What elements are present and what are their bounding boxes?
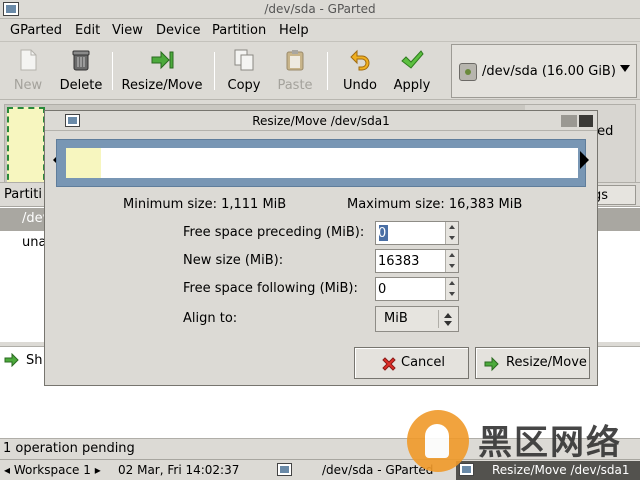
watermark-logo-icon [407, 410, 469, 472]
combo-separator [438, 310, 439, 328]
harddisk-icon [459, 63, 477, 81]
free-preceding-spinbutton[interactable] [375, 221, 459, 245]
align-to-label: Align to: [183, 311, 238, 326]
window-titlebar: /dev/sda - GParted [0, 0, 640, 19]
task-resize-move-label: Resize/Move /dev/sda1 [492, 463, 630, 477]
new-size-input[interactable] [378, 251, 442, 271]
delete-label: Delete [59, 78, 103, 93]
resize-move-icon [4, 353, 19, 367]
copy-button[interactable]: Copy [224, 46, 264, 98]
menu-help[interactable]: Help [279, 23, 309, 38]
new-label: New [13, 78, 43, 93]
toolbar-separator [214, 52, 215, 90]
chevron-up-icon [444, 313, 452, 318]
spin-down-icon[interactable] [449, 236, 455, 240]
spin-up-icon[interactable] [449, 281, 455, 285]
dialog-task-icon [459, 463, 474, 476]
new-size-label: New size (MiB): [183, 253, 284, 268]
window-title: /dev/sda - GParted [264, 2, 376, 16]
clock: 02 Mar, Fri 14:02:37 [118, 463, 240, 477]
paste-button[interactable]: Paste [274, 46, 316, 98]
spin-up-icon[interactable] [449, 253, 455, 257]
partition-resizer[interactable] [53, 137, 589, 191]
delete-button[interactable]: Delete [56, 46, 106, 98]
confirm-resize-move-button[interactable]: Resize/Move [475, 347, 590, 379]
dropdown-arrow-icon [620, 65, 630, 72]
undo-label: Undo [343, 78, 377, 93]
minimize-icon[interactable] [561, 115, 577, 127]
new-size-spinbutton[interactable] [375, 249, 459, 273]
device-selector-value: /dev/sda (16.00 GiB) [482, 64, 616, 79]
free-preceding-label: Free space preceding (MiB): [183, 225, 365, 240]
resize-move-icon [484, 356, 499, 372]
right-resize-handle-icon[interactable] [580, 151, 589, 169]
new-button[interactable]: New [6, 46, 50, 98]
menu-gparted[interactable]: GParted [10, 23, 62, 38]
workspace-switcher[interactable]: ◂ Workspace 1 ▸ [4, 463, 101, 477]
cancel-button[interactable]: Cancel [354, 347, 469, 379]
spin-arrows[interactable] [445, 278, 458, 300]
menu-device[interactable]: Device [156, 23, 200, 38]
align-to-value: MiB [384, 311, 408, 326]
free-preceding-input[interactable] [378, 223, 442, 243]
align-to-select[interactable]: MiB [375, 306, 459, 332]
undo-button[interactable]: Undo [338, 46, 382, 98]
dialog-title: Resize/Move /dev/sda1 [252, 114, 390, 128]
spin-up-icon[interactable] [449, 225, 455, 229]
confirm-resize-move-label: Resize/Move [506, 355, 587, 370]
menu-view[interactable]: View [112, 23, 143, 38]
partition-frame[interactable] [56, 139, 586, 187]
maximum-size-text: Maximum size: 16,383 MiB [347, 197, 523, 212]
operation-text: Sh [26, 353, 43, 368]
free-following-label: Free space following (MiB): [183, 281, 358, 296]
task-gparted[interactable]: /dev/sda - GParted [322, 463, 433, 477]
apply-button[interactable]: Apply [390, 46, 434, 98]
spin-arrows[interactable] [445, 222, 458, 244]
cancel-label: Cancel [401, 355, 446, 370]
paste-icon [286, 50, 304, 71]
menu-edit[interactable]: Edit [75, 23, 100, 38]
used-space-bar [66, 148, 101, 178]
spin-arrows[interactable] [445, 250, 458, 272]
resize-move-icon [151, 50, 174, 70]
new-document-icon [20, 49, 37, 71]
apply-label: Apply [393, 78, 431, 93]
checkmark-icon [401, 50, 424, 69]
free-following-input[interactable] [378, 279, 442, 299]
close-icon[interactable] [579, 115, 593, 127]
free-following-spinbutton[interactable] [375, 277, 459, 301]
dialog-titlebar: Resize/Move /dev/sda1 [45, 111, 597, 131]
watermark-text: 黑区网络 [478, 423, 622, 463]
resize-move-dialog: Resize/Move /dev/sda1 Minimum size: 1,11… [44, 110, 598, 386]
menu-partition[interactable]: Partition [212, 23, 266, 38]
trash-icon [72, 50, 90, 71]
cancel-x-icon [382, 357, 396, 371]
column-partition-header[interactable]: Partiti [4, 187, 42, 202]
menubar: GParted Edit View Device Partition Help [0, 20, 640, 42]
status-text: 1 operation pending [3, 441, 135, 456]
undo-icon [350, 49, 370, 71]
row-partition-name: una [22, 235, 47, 250]
minimum-size-text: Minimum size: 1,111 MiB [123, 197, 287, 212]
spin-down-icon[interactable] [449, 264, 455, 268]
toolbar-separator [327, 52, 328, 90]
paste-label: Paste [277, 78, 313, 93]
resize-move-button[interactable]: Resize/Move [120, 46, 204, 98]
copy-icon [234, 49, 254, 71]
gparted-task-icon [277, 463, 292, 476]
toolbar-separator [112, 52, 113, 90]
chevron-down-icon [444, 321, 452, 326]
resize-move-label: Resize/Move [121, 78, 203, 93]
device-selector[interactable]: /dev/sda (16.00 GiB) [451, 44, 637, 98]
copy-label: Copy [227, 78, 261, 93]
spin-down-icon[interactable] [449, 292, 455, 296]
partition-area [66, 148, 578, 178]
